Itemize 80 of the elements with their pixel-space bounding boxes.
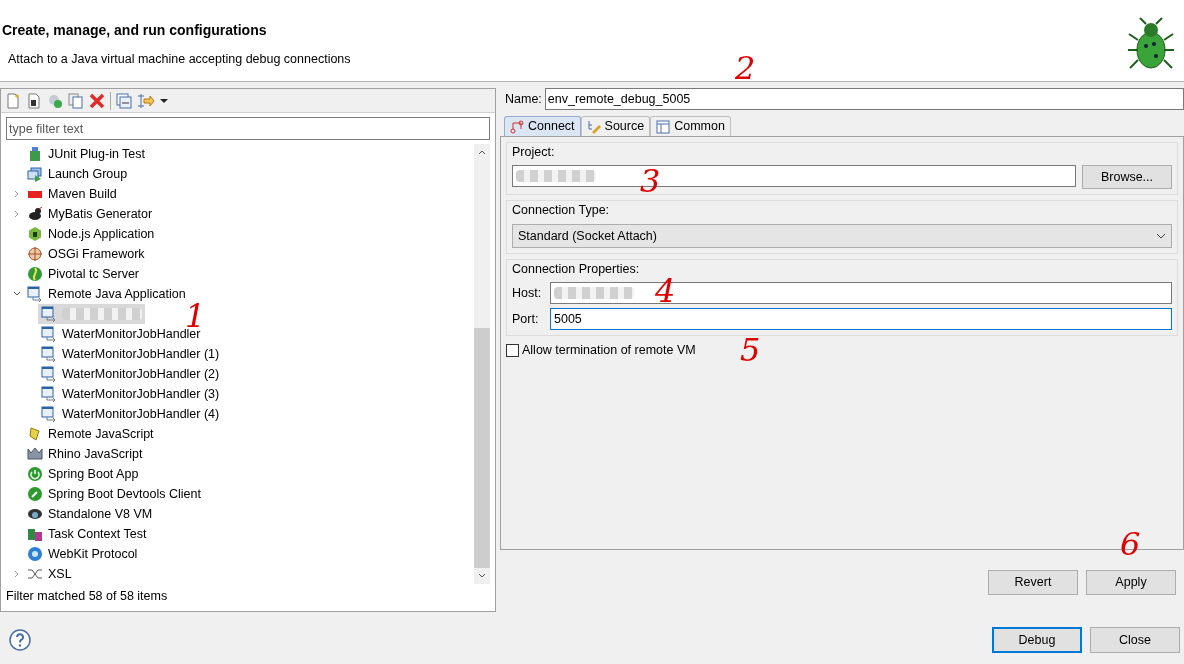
- connector-nodes-icon: [510, 119, 524, 134]
- handwritten-number: 5: [740, 334, 761, 366]
- window-arrow-icon: [27, 286, 43, 302]
- filter-field[interactable]: type filter text: [6, 117, 490, 140]
- header-subtitle: Attach to a Java virtual machine accepting debug connections: [7, 51, 351, 68]
- handwritten-number: 2: [735, 52, 756, 84]
- handwritten-number: 4: [655, 275, 676, 307]
- tree-item[interactable]: Rhino JavaScript: [48, 444, 143, 464]
- tree-item[interactable]: JUnit Plug-in Test: [48, 144, 146, 164]
- scroll-icon: [27, 426, 43, 442]
- window-arrow-icon: [41, 306, 57, 322]
- port-label: Port:: [512, 310, 540, 328]
- tree-item[interactable]: WaterMonitorJobHandler (3): [38, 384, 223, 404]
- window-arrow-icon: [41, 406, 57, 422]
- delete-icon[interactable]: [89, 92, 105, 109]
- duplicate-icon[interactable]: [68, 92, 84, 109]
- leaf-icon: [27, 266, 43, 282]
- tree-item[interactable]: Maven Build: [48, 184, 117, 204]
- window-arrow-icon: [41, 346, 57, 362]
- tree-item[interactable]: Remote JavaScript: [48, 424, 154, 444]
- tree-item[interactable]: Launch Group: [48, 164, 128, 184]
- name-field[interactable]: env_remote_debug_5005: [544, 88, 1184, 110]
- port-field[interactable]: 5005: [550, 308, 1172, 330]
- tab[interactable]: Connect: [504, 116, 581, 136]
- checkbox[interactable]: [506, 343, 519, 357]
- hexagon-icon: [27, 226, 43, 242]
- tree-item[interactable]: WaterMonitorJobHandler (2): [38, 364, 223, 384]
- tree-item[interactable]: WaterMonitorJobHandler (1): [38, 344, 223, 364]
- crosshair-icon: [27, 246, 43, 262]
- tree-item[interactable]: Spring Boot Devtools Client: [48, 484, 201, 504]
- tree-item[interactable]: Spring Boot App: [48, 464, 139, 484]
- project-label: Project:: [512, 143, 556, 161]
- bird-icon: [27, 206, 43, 222]
- collapse-all-icon[interactable]: [116, 92, 132, 109]
- tab[interactable]: Common: [650, 116, 731, 136]
- tree-item[interactable]: MyBatis Generator: [48, 204, 153, 224]
- power-icon: [27, 466, 43, 482]
- handwritten-number: 3: [640, 165, 661, 197]
- tree-item[interactable]: [38, 304, 145, 324]
- panel-button[interactable]: Revert: [988, 570, 1078, 595]
- tree-item[interactable]: WaterMonitorJobHandler (4): [38, 404, 223, 424]
- header-title: Create, manage, and run configurations: [2, 21, 268, 40]
- tree-item[interactable]: Standalone V8 VM: [48, 504, 153, 524]
- dialog-button[interactable]: Close: [1090, 627, 1180, 653]
- pencil-tree-icon: [586, 119, 601, 134]
- window-arrow-icon: [41, 366, 57, 382]
- dropdown-caret-icon[interactable]: [160, 96, 168, 105]
- scroll-thumb[interactable]: [474, 328, 490, 569]
- tree-item[interactable]: XSL: [48, 564, 72, 584]
- help-icon[interactable]: [9, 629, 31, 651]
- chevron-down-icon: [1156, 231, 1166, 241]
- table-icon: [656, 119, 671, 134]
- tree-item[interactable]: Pivotal tc Server: [48, 264, 139, 284]
- shuffle-arrows-icon: [27, 566, 43, 582]
- connection-type-dropdown[interactable]: Standard (Socket Attach): [512, 224, 1172, 248]
- stacked-windows-icon: [27, 166, 43, 182]
- tree-item[interactable]: WebKit Protocol: [48, 544, 138, 564]
- panel-button[interactable]: Apply: [1086, 570, 1176, 595]
- tree-item[interactable]: Task Context Test: [48, 524, 147, 544]
- tree-item[interactable]: Remote Java Application: [48, 284, 186, 304]
- dialog-button[interactable]: Debug: [992, 627, 1082, 653]
- globe-icon: [27, 546, 43, 562]
- host-label: Host:: [512, 284, 542, 302]
- connection-type-label: Connection Type:: [512, 201, 611, 219]
- allow-termination-label: Allow termination of remote VM: [522, 342, 696, 359]
- handwritten-number: 6: [1120, 528, 1141, 560]
- name-label: Name:: [504, 90, 542, 108]
- bug-icon: [1126, 16, 1176, 72]
- tree-item[interactable]: Node.js Application: [48, 224, 155, 244]
- window-arrow-icon: [41, 386, 57, 402]
- scrollbar[interactable]: [474, 144, 490, 585]
- filter-arrows-icon[interactable]: [137, 92, 155, 109]
- window-arrow-icon: [41, 326, 57, 342]
- connection-properties-label: Connection Properties:: [512, 260, 641, 278]
- browse-button[interactable]: Browse...: [1082, 165, 1172, 189]
- tree-item[interactable]: OSGi Framework: [48, 244, 145, 264]
- filter-status: Filter matched 58 of 58 items: [5, 588, 169, 606]
- new-document-icon[interactable]: [5, 92, 21, 109]
- tab[interactable]: Source: [580, 116, 651, 136]
- crown-icon: [27, 446, 43, 462]
